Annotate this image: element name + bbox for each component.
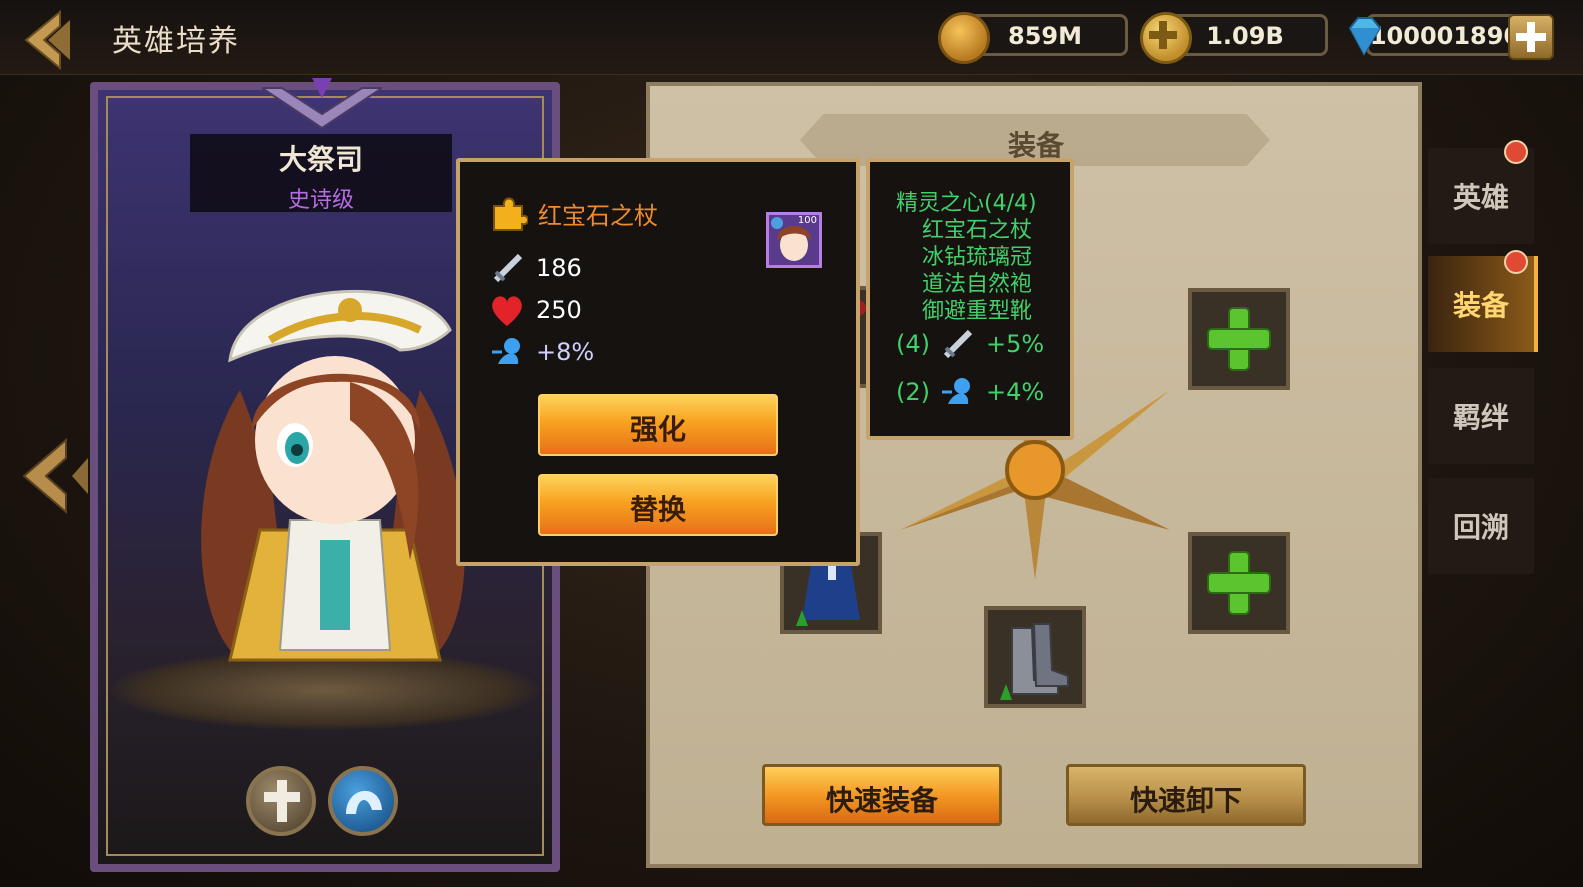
plus-icon <box>1207 307 1271 371</box>
speed-icon <box>490 334 526 370</box>
heart-icon <box>488 292 526 328</box>
bonus-count: (2) <box>896 378 930 406</box>
equipped-hero-avatar[interactable]: 100 <box>766 212 822 268</box>
hero-portrait[interactable] <box>170 270 490 670</box>
level-up-button[interactable] <box>246 766 316 836</box>
hero-grade: 史诗级 <box>287 188 354 213</box>
cross-coin-icon <box>1140 12 1192 64</box>
bonus-count: (4) <box>896 330 930 358</box>
set-item: 御避重型靴 <box>922 299 1033 324</box>
gold-coin-icon <box>938 12 990 64</box>
quick-equip-button[interactable]: 快速装备 <box>762 764 1002 826</box>
tab-equipment-label: 装备 <box>1452 289 1509 322</box>
add-diamond-button[interactable] <box>1508 14 1554 60</box>
diamond-icon <box>1342 14 1386 58</box>
back-arrow-icon <box>24 9 70 71</box>
sword-icon <box>490 250 526 286</box>
page-title: 英雄培养 <box>112 24 240 59</box>
boots-slot[interactable] <box>984 606 1086 708</box>
hp-value: 250 <box>536 296 582 324</box>
sword-icon <box>940 326 976 362</box>
attack-value: 186 <box>536 254 582 282</box>
enhance-label: 强化 <box>629 413 686 446</box>
diamond-value: 100001890 <box>1369 22 1521 50</box>
avatar-level: 100 <box>797 215 817 226</box>
tab-bond-label: 羁绊 <box>1452 401 1509 434</box>
tab-bond[interactable]: 羁绊 <box>1428 368 1534 464</box>
empty-slot-bottom-right[interactable] <box>1188 532 1290 634</box>
speed-icon <box>940 374 976 410</box>
plus-icon <box>1516 22 1546 52</box>
notification-dot <box>1504 140 1528 164</box>
notification-dot <box>1504 250 1528 274</box>
tab-rewind[interactable]: 回溯 <box>1428 478 1534 574</box>
plus-icon <box>1207 551 1271 615</box>
quick-equip-label: 快速装备 <box>825 784 938 817</box>
replace-label: 替换 <box>629 493 686 526</box>
helmet-icon <box>346 790 382 814</box>
chevron-left-icon <box>22 437 88 515</box>
item-name: 红宝石之杖 <box>538 202 658 230</box>
replace-button[interactable]: 替换 <box>538 474 778 536</box>
quick-unequip-label: 快速卸下 <box>1129 784 1242 817</box>
tab-hero-label: 英雄 <box>1452 181 1509 214</box>
crest-ornament <box>258 78 386 134</box>
bonus-value: +5% <box>986 330 1045 358</box>
prev-hero-button[interactable] <box>18 436 98 516</box>
cross-plus-icon <box>264 780 300 822</box>
boots-icon <box>1000 623 1069 700</box>
speed-value: +8% <box>536 338 595 366</box>
skill-button[interactable] <box>328 766 398 836</box>
tab-rewind-label: 回溯 <box>1452 511 1509 544</box>
back-button[interactable] <box>16 6 80 71</box>
puzzle-icon <box>488 192 529 232</box>
hero-name: 大祭司 <box>278 143 363 176</box>
quick-unequip-button[interactable]: 快速卸下 <box>1066 764 1306 826</box>
bonus-value: +4% <box>986 378 1045 406</box>
empty-slot-top-right[interactable] <box>1188 288 1290 390</box>
diamond-counter: 100001890 <box>1366 14 1524 56</box>
enhance-button[interactable]: 强化 <box>538 394 778 456</box>
